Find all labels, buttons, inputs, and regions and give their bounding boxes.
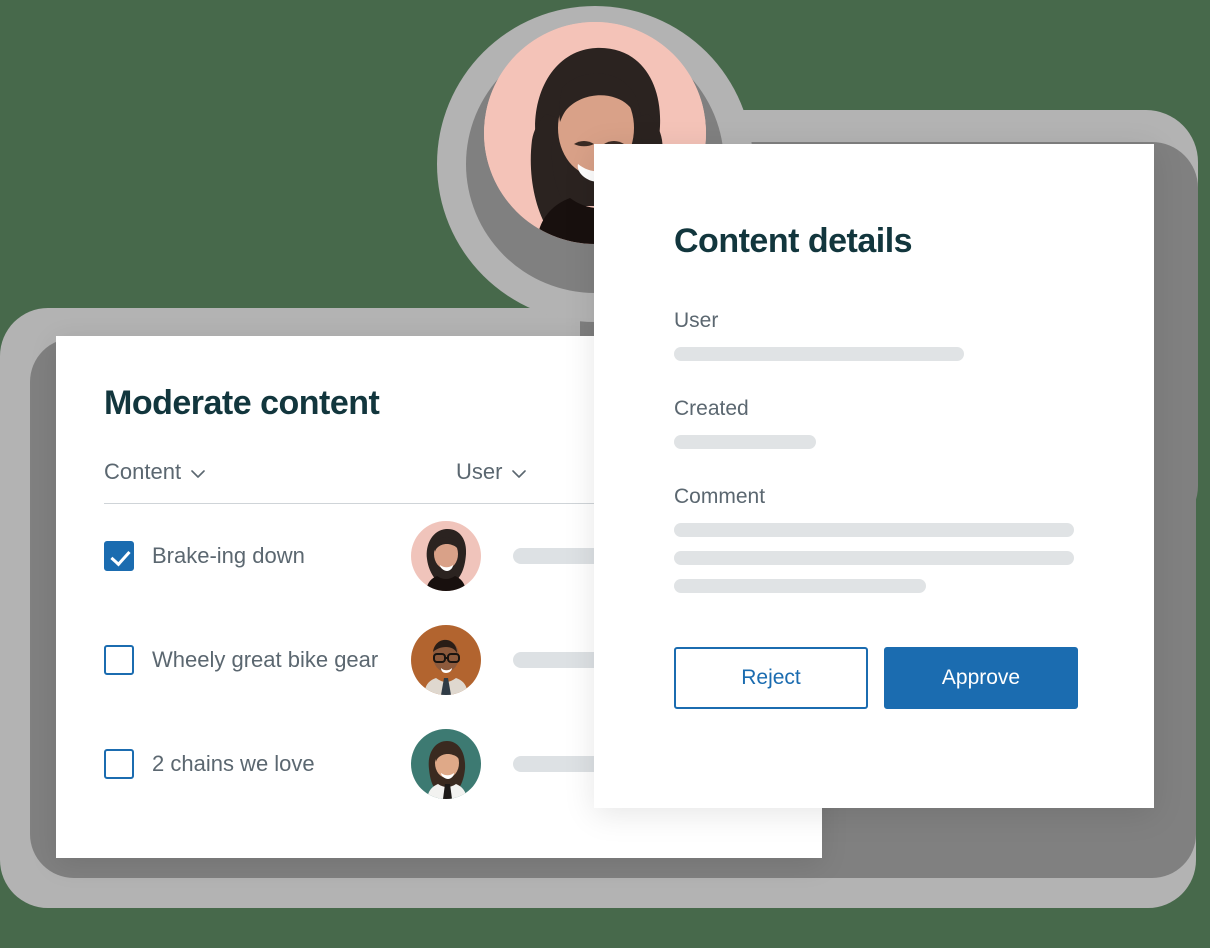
table-header-row: Content User <box>104 459 652 504</box>
value-placeholder-bar <box>674 347 964 361</box>
row-label: Wheely great bike gear <box>152 647 379 672</box>
illustration-stage: Moderate content Content User Brake-ing … <box>0 0 1210 948</box>
chevron-down-icon <box>512 469 527 479</box>
column-header-content[interactable]: Content <box>104 459 456 485</box>
row-label: Brake-ing down <box>152 543 305 568</box>
table-row[interactable]: Brake-ing down <box>104 504 652 608</box>
row-checkbox[interactable] <box>104 749 134 779</box>
field-created: Created <box>674 397 1154 449</box>
reject-button[interactable]: Reject <box>674 647 868 709</box>
field-label-created: Created <box>674 397 749 420</box>
column-header-content-label: Content <box>104 459 182 484</box>
avatar <box>410 625 481 695</box>
field-label-comment: Comment <box>674 485 766 508</box>
value-placeholder-bar <box>674 523 1074 537</box>
table-row[interactable]: Wheely great bike gear <box>104 608 652 712</box>
value-placeholder-bar <box>674 435 816 449</box>
column-header-user[interactable]: User <box>456 459 527 485</box>
details-title: Content details <box>674 222 913 260</box>
action-button-row: Reject Approve <box>674 647 1154 709</box>
chevron-down-icon <box>191 469 205 479</box>
field-user: User <box>674 309 1154 361</box>
content-details-card: Content details User Created Comment Rej… <box>594 144 1154 808</box>
approve-button[interactable]: Approve <box>884 647 1078 709</box>
avatar <box>410 521 481 591</box>
row-checkbox[interactable] <box>104 645 134 675</box>
avatar <box>410 729 481 799</box>
row-checkbox[interactable] <box>104 541 134 571</box>
row-label: 2 chains we love <box>152 751 315 776</box>
table-row[interactable]: 2 chains we love <box>104 712 652 816</box>
value-placeholder-bar <box>674 579 926 593</box>
field-label-user: User <box>674 309 719 332</box>
field-comment: Comment <box>674 485 1154 593</box>
column-header-user-label: User <box>456 459 503 484</box>
value-placeholder-bar <box>674 551 1074 565</box>
